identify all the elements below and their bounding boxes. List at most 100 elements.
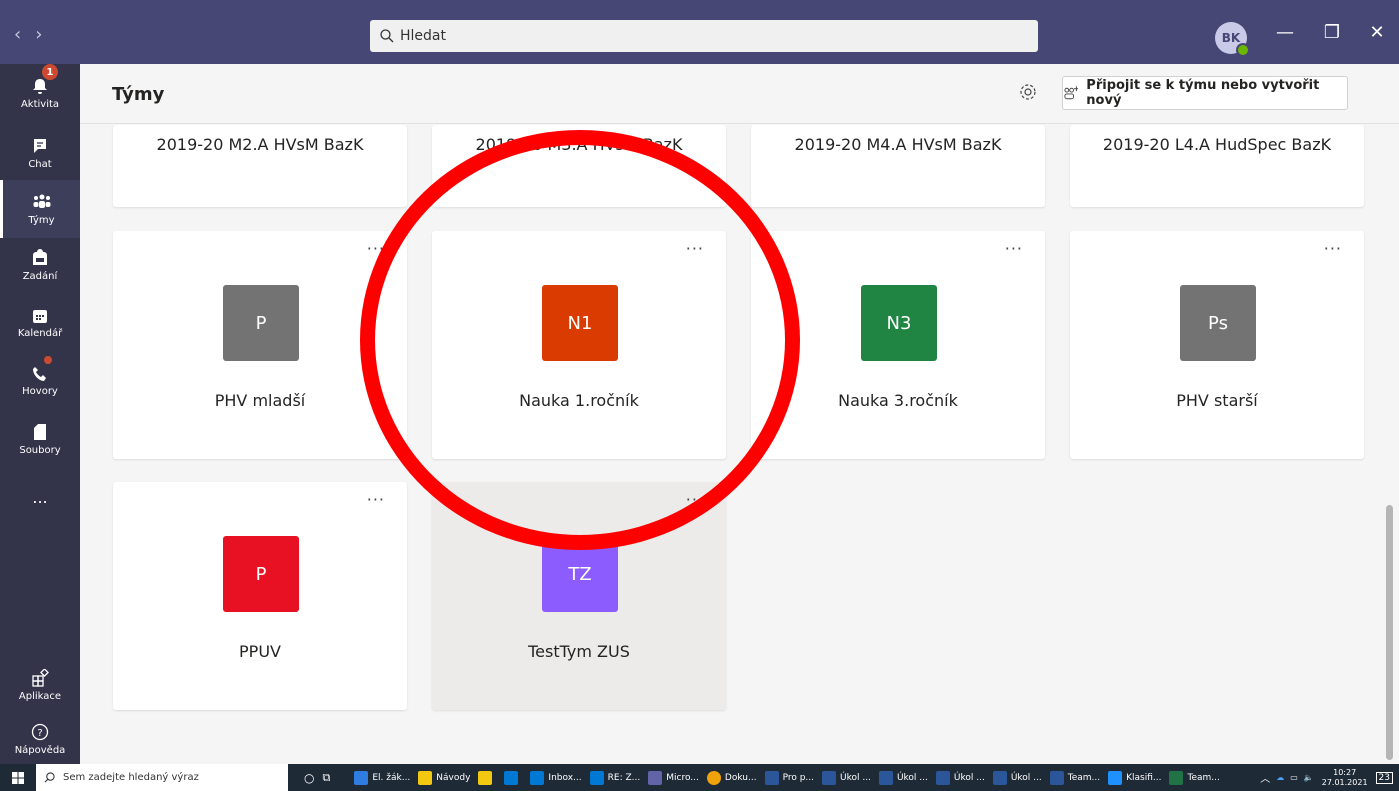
more-options-button[interactable]: ··· [367,239,385,258]
rail-item-more[interactable]: ... [0,468,80,526]
word-icon [878,770,893,785]
mail-icon [589,770,604,785]
system-tray: ︿ ☁ ▭ 🔈 10:27 27.01.2021 23 [1260,764,1393,791]
taskbar-app[interactable]: RE: Z... [589,764,640,791]
windows-logo-icon [12,771,24,784]
search-input[interactable]: Hledat [370,20,1038,52]
team-card[interactable]: 2019-20 M3.A HVsM BazK [432,125,726,207]
forward-arrow-icon[interactable]: › [35,24,56,45]
team-card[interactable]: ··· N1 Nauka 1.ročník [432,231,726,459]
taskbar-app[interactable]: Úkol ... [822,764,871,791]
rail-item-chat[interactable]: Chat [0,124,80,182]
taskbar-app[interactable]: Úkol ... [878,764,928,791]
rail-item-files[interactable]: Soubory [0,410,80,468]
taskbar-app[interactable]: Klasifi... [1108,764,1161,791]
team-name: Nauka 3.ročník [838,391,958,410]
volume-icon[interactable]: 🔈 [1304,773,1314,782]
page-header: Týmy Připojit se k týmu nebo vytvořit no… [80,64,1399,124]
gear-icon[interactable] [1018,82,1038,102]
rail-item-calls[interactable]: Hovory [0,352,80,410]
team-card[interactable]: 2019-20 M2.A HVsM BazK [113,125,407,207]
cortana-icon[interactable]: ○ [304,764,314,791]
rail-item-help[interactable]: ? Nápověda [0,710,80,768]
rail-item-calendar[interactable]: Kalendář [0,294,80,352]
notification-center-icon[interactable]: 23 [1375,771,1393,784]
more-options-button[interactable]: ··· [1005,239,1023,258]
rail-item-apps[interactable]: Aplikace [0,656,80,714]
team-card[interactable]: ··· P PHV mladší [113,231,407,459]
taskbar-app[interactable]: Pro p... [764,764,814,791]
taskbar-app[interactable]: Inbox... [530,764,582,791]
taskbar-app[interactable]: El. žák... [354,764,410,791]
team-card[interactable]: 2019-20 M4.A HVsM BazK [751,125,1045,207]
minimize-button[interactable]: — [1270,22,1300,43]
close-button[interactable]: ✕ [1362,22,1392,43]
rail-item-assignments[interactable]: Zadání [0,236,80,294]
add-team-icon [1064,86,1079,100]
rail-item-activity[interactable]: 1 Aktivita [0,64,80,122]
taskbar-app[interactable]: Návody [418,764,470,791]
more-options-button[interactable]: ··· [367,490,385,509]
teams-icon [33,194,50,208]
folder-icon [418,770,433,785]
team-name: 2019-20 M3.A HVsM BazK [475,135,683,154]
team-name: PHV starší [1176,391,1258,410]
rail-label: Aktivita [20,98,60,110]
team-name: TestTym ZUS [528,642,630,661]
maximize-button[interactable]: ❐ [1317,22,1347,43]
activity-badge: 1 [42,64,58,80]
taskbar-apps: El. žák... Návody Inbox... RE: Z... Micr… [354,764,1228,791]
more-options-button[interactable]: ··· [686,490,704,509]
rail-item-teams[interactable]: Týmy [0,180,80,238]
task-view-icon[interactable]: ⧉ [322,764,330,791]
nav-arrows: ‹› [14,24,56,45]
team-card[interactable]: ··· TZ TestTym ZUS [432,482,726,710]
clock[interactable]: 10:27 27.01.2021 [1322,768,1368,788]
taskbar-app[interactable] [478,764,496,791]
team-card[interactable]: ··· P PPUV [113,482,407,710]
onedrive-icon[interactable]: ☁ [1276,773,1284,782]
team-card[interactable]: ··· Ps PHV starší [1070,231,1364,459]
team-name: 2019-20 L4.A HudSpec BazK [1102,135,1332,154]
team-name: PHV mladší [214,391,306,410]
taskbar-app[interactable]: Team... [1049,764,1100,791]
team-name: 2019-20 M2.A HVsM BazK [156,135,364,154]
taskbar-search-input[interactable]: Sem zadejte hledaný výraz [36,764,288,791]
outlook-icon [530,770,545,785]
more-options-button[interactable]: ··· [1324,239,1342,258]
chevron-up-icon[interactable]: ︿ [1260,770,1270,785]
taskbar-app[interactable]: Úkol ... [992,764,1042,791]
search-icon [44,772,55,783]
more-options-button[interactable]: ··· [686,239,704,258]
page-title: Týmy [112,84,165,105]
search-icon [380,29,394,43]
network-icon[interactable]: ▭ [1290,773,1298,782]
rail-label: Nápověda [14,744,66,756]
join-or-create-team-button[interactable]: Připojit se k týmu nebo vytvořit nový [1062,76,1348,110]
word-icon [935,770,950,785]
taskbar-app[interactable]: Team... [1169,764,1220,791]
team-name: PPUV [239,642,281,661]
word-icon [764,770,779,785]
start-button[interactable] [0,764,36,791]
presence-available-icon [1236,43,1250,57]
team-avatar: Ps [1180,285,1256,361]
team-card[interactable]: ··· N3 Nauka 3.ročník [751,231,1045,459]
excel-icon [1169,770,1184,785]
avatar[interactable]: BK [1215,22,1250,57]
taskbar-app[interactable] [504,764,522,791]
taskbar-app[interactable]: Doku... [706,764,757,791]
team-card[interactable]: 2019-20 L4.A HudSpec BazK [1070,125,1364,207]
taskbar-app[interactable]: Micro... [648,764,699,791]
clock-time: 10:27 [1333,767,1357,777]
edge-icon [354,770,369,785]
scrollbar[interactable] [1386,505,1393,760]
taskbar-app[interactable]: Úkol ... [935,764,985,791]
title-bar: ‹› Hledat BK — ❐ ✕ [0,0,1399,64]
teams-icon [648,770,663,785]
chat-icon [34,138,46,153]
rail-label: Aplikace [18,690,62,702]
back-arrow-icon[interactable]: ‹ [14,24,35,45]
klasifikace-icon [1108,770,1123,785]
word-icon [1049,770,1064,785]
